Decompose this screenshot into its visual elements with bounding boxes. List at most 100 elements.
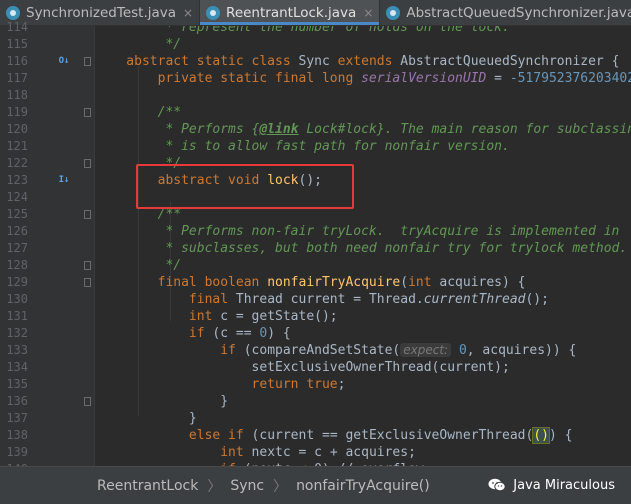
code-token: ) { [548, 428, 573, 443]
code-token: = [486, 71, 510, 86]
close-icon[interactable]: × [183, 6, 193, 20]
tab-synchronizedtest[interactable]: SynchronizedTest.java × [0, 0, 201, 25]
code-token: (compareAndSetState( [243, 343, 401, 358]
breadcrumb-item[interactable]: Sync [230, 478, 264, 494]
code-token: private static final long [95, 71, 362, 86]
line-number: 115 [6, 37, 28, 51]
fold-marker-icon[interactable] [84, 397, 91, 406]
code-token: @link [259, 122, 299, 137]
code-token: Lock#lock}. The main reason for subclass… [298, 122, 631, 137]
java-class-icon [386, 5, 401, 20]
line-number: 131 [6, 309, 28, 323]
line-number: 123 [6, 173, 28, 187]
code-token: * is to allow fast path for nonfair vers… [95, 139, 510, 154]
code-area[interactable]: * represent the number of holds on the l… [95, 26, 631, 466]
code-line: int nextc = c + acquires; [95, 444, 631, 461]
code-token: int [408, 275, 440, 290]
code-token: */ [95, 258, 182, 273]
line-number: 117 [6, 71, 28, 85]
code-token: } [95, 394, 229, 409]
code-token: acquires) { [439, 275, 526, 290]
code-token: * subclasses, but both need nonfair try … [95, 241, 628, 256]
watermark: Java Miraculous [488, 474, 615, 496]
code-token: return true [95, 377, 338, 392]
code-token: nonfairTryAcquire [267, 275, 401, 290]
watermark-text: Java Miraculous [513, 477, 615, 493]
code-line: * represent the number of holds on the l… [95, 26, 631, 36]
code-token: Sync [298, 54, 338, 69]
implemented-method-icon[interactable]: I↓ [58, 174, 70, 186]
line-gutter[interactable]: 114 115 116 O↓ 117 118 119 120 121 122 123 I↓ 124 125… [0, 20, 95, 476]
code-token: () [532, 427, 550, 444]
line-number: 132 [6, 326, 28, 340]
chevron-right-icon: 〉 [207, 478, 222, 495]
fold-marker-icon[interactable] [84, 278, 91, 287]
code-line: } [95, 393, 631, 410]
code-token: -5179523762034025860L [509, 71, 631, 86]
code-line: final boolean nonfairTryAcquire(int acqu… [95, 274, 631, 291]
line-number: 130 [6, 292, 28, 306]
code-token: (c == [212, 326, 260, 341]
wechat-icon [488, 478, 506, 492]
code-line: return true; [95, 376, 631, 393]
code-line: /** [95, 104, 631, 121]
breadcrumb-item[interactable]: ReentrantLock [97, 478, 198, 494]
code-token: expect: [400, 343, 452, 357]
tab-reentrantlock[interactable]: ReentrantLock.java × [200, 0, 381, 25]
code-token: int [95, 309, 221, 324]
line-number: 139 [6, 445, 28, 459]
code-token: currentThread [423, 292, 526, 307]
fold-marker-icon[interactable] [84, 159, 91, 168]
line-number: 135 [6, 377, 28, 391]
code-token: final [95, 292, 236, 307]
code-editor[interactable]: 114 115 116 O↓ 117 118 119 120 121 122 123 I↓ 124 125… [0, 20, 631, 476]
code-token: * represent the number of holds on the l… [95, 26, 526, 35]
code-token: else if [95, 428, 252, 443]
tab-abstractqueuedsynchronizer[interactable]: AbstractQueuedSynchronizer.java [380, 0, 631, 25]
code-token: int [95, 445, 252, 460]
line-number: 134 [6, 360, 28, 374]
code-token: /** [95, 105, 182, 120]
fold-marker-icon[interactable] [84, 108, 91, 117]
line-number: 127 [6, 241, 28, 255]
code-token: ; [337, 377, 346, 392]
code-line: if (compareAndSetState(expect: 0, acquir… [95, 342, 631, 359]
code-line: */ [95, 36, 631, 53]
line-number: 114 [6, 20, 28, 34]
code-token: Thread current = Thread. [235, 292, 424, 307]
breadcrumb-item[interactable]: nonfairTryAcquire() [296, 478, 430, 494]
code-line: * Performs {@link Lock#lock}. The main r… [95, 121, 631, 138]
code-token: * Performs { [95, 122, 260, 137]
code-line: * is to allow fast path for nonfair vers… [95, 138, 631, 155]
java-class-icon [206, 5, 221, 20]
fold-marker-icon[interactable] [84, 57, 91, 66]
line-number: 129 [6, 275, 28, 289]
line-number: 120 [6, 122, 28, 136]
code-line: private static final long serialVersionU… [95, 70, 631, 87]
fold-marker-icon[interactable] [84, 210, 91, 219]
code-token: 0 [458, 343, 467, 358]
code-token: if [95, 326, 213, 341]
code-token: (current == getExclusiveOwnerThread( [251, 428, 534, 443]
overridden-method-icon[interactable]: O↓ [58, 55, 70, 67]
code-token: */ [95, 37, 182, 52]
code-token: setExclusiveOwnerThread(current); [95, 360, 510, 375]
fold-marker-icon[interactable] [84, 261, 91, 270]
java-class-icon [6, 5, 20, 20]
line-number: 121 [6, 139, 28, 153]
code-token: } [95, 411, 197, 426]
code-line: final Thread current = Thread.currentThr… [95, 291, 631, 308]
code-token: ) { [267, 326, 291, 341]
line-number: 119 [6, 105, 28, 119]
code-token: final boolean [95, 275, 268, 290]
code-line: */ [95, 257, 631, 274]
code-line: if (c == 0) { [95, 325, 631, 342]
close-icon[interactable]: × [363, 6, 373, 20]
code-token: nextc = c + acquires; [251, 445, 416, 460]
line-number: 133 [6, 343, 28, 357]
code-token: , acquires)) { [466, 343, 577, 358]
line-number: 126 [6, 224, 28, 238]
line-number: 128 [6, 258, 28, 272]
